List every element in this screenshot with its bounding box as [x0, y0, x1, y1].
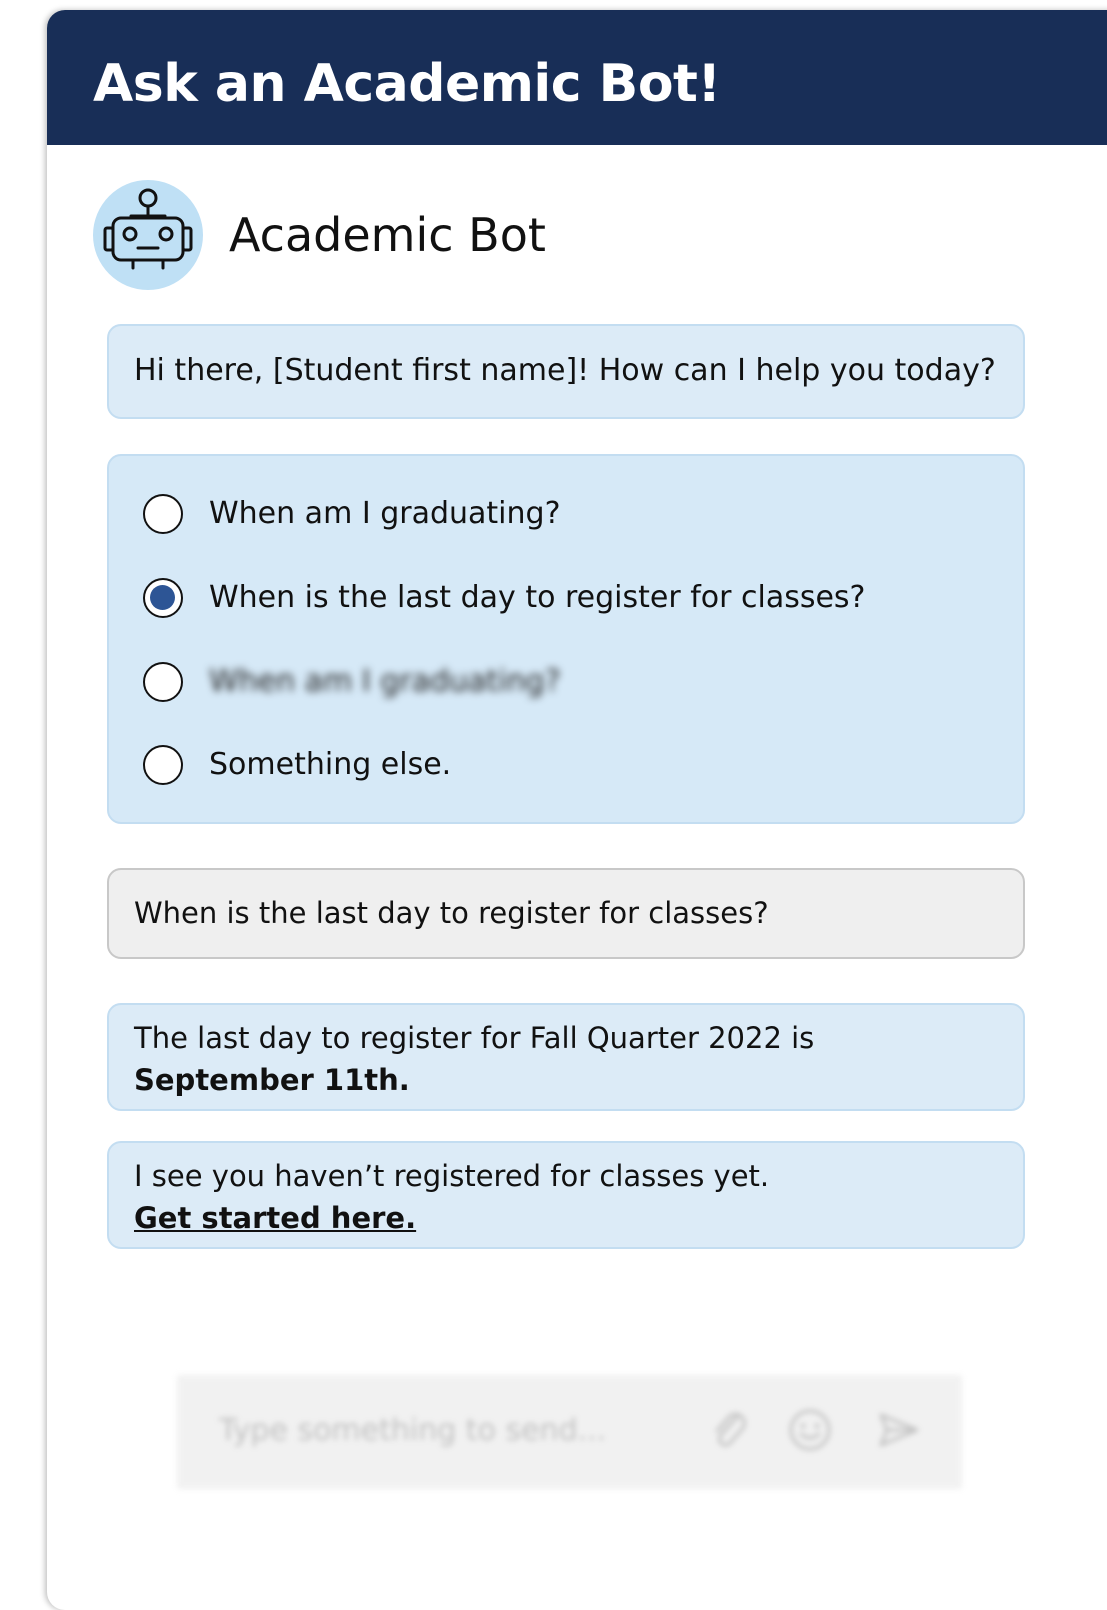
message-composer: Type something to send... [177, 1375, 962, 1489]
bot-answer-message: The last day to register for Fall Quarte… [107, 1003, 1025, 1111]
bot-greeting-message: Hi there, [Student first name]! How can … [107, 324, 1025, 419]
emoji-icon[interactable] [787, 1407, 833, 1453]
bot-reminder-message: I see you haven’t registered for classes… [107, 1141, 1025, 1249]
quick-reply-options: When am I graduating? When is the last d… [107, 454, 1025, 824]
send-icon[interactable] [875, 1407, 921, 1453]
radio-button[interactable] [143, 745, 183, 785]
radio-button[interactable] [143, 662, 183, 702]
paperclip-icon[interactable] [707, 1407, 753, 1453]
option-label: When is the last day to register for cla… [209, 580, 866, 615]
get-started-link[interactable]: Get started here. [134, 1201, 416, 1235]
option-graduating[interactable]: When am I graduating? [143, 490, 561, 538]
avatar [93, 180, 203, 290]
robot-icon [103, 188, 193, 270]
option-last-day-register[interactable]: When is the last day to register for cla… [143, 574, 865, 622]
user-message: When is the last day to register for cla… [107, 868, 1025, 959]
option-label: When am I graduating? [209, 496, 561, 531]
option-label: When am I graduating? [209, 664, 561, 699]
chat-window: Ask an Academic Bot! Academic Bot Hi the… [47, 10, 1107, 1610]
chat-header: Ask an Academic Bot! [47, 10, 1107, 145]
option-something-else[interactable]: Something else. [143, 741, 451, 789]
option-label: Something else. [209, 747, 452, 782]
page-title: Ask an Academic Bot! [93, 54, 721, 114]
reminder-text: I see you haven’t registered for classes… [134, 1159, 770, 1193]
bot-name: Academic Bot [229, 208, 546, 262]
answer-date: September 11th. [134, 1063, 410, 1097]
radio-button[interactable] [143, 494, 183, 534]
option-blurred[interactable]: When am I graduating? [143, 658, 561, 706]
answer-text: The last day to register for Fall Quarte… [134, 1021, 815, 1055]
radio-button-selected[interactable] [143, 578, 183, 618]
message-input[interactable]: Type something to send... [219, 1413, 606, 1448]
